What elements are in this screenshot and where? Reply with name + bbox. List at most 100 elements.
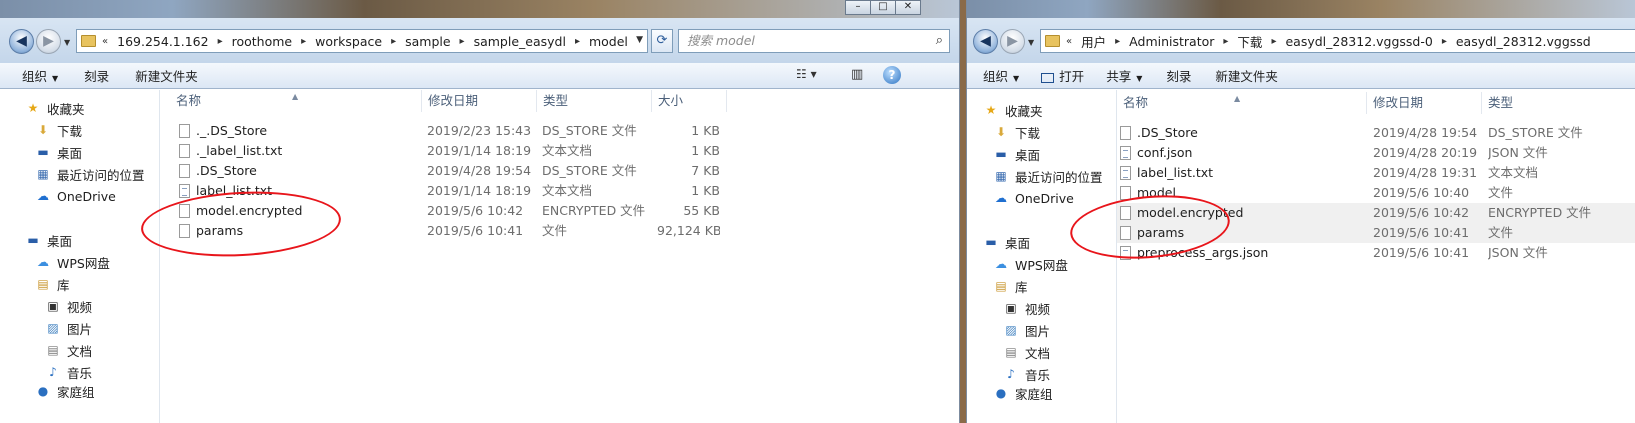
help-icon[interactable]: ?	[883, 66, 901, 84]
column-header-name[interactable]: 名称 ▲	[170, 90, 422, 112]
breadcrumb-segment[interactable]: 169.254.1.162	[117, 34, 208, 49]
breadcrumb-segment[interactable]: sample_easydl	[474, 34, 566, 49]
chevron-right-icon[interactable]: ▸	[301, 36, 306, 47]
nav-homegroup[interactable]: ● 家庭组	[993, 386, 1053, 400]
navigation-pane: ★ 收藏夹 ⬇ 下载 ▬ 桌面 ▦ 最近访问的位置 ☁ OneDrive ▬ 桌面 ☁ WPS…	[967, 90, 1117, 423]
address-bar[interactable]: « 169.254.1.162 ▸ roothome ▸ workspace ▸ sa…	[76, 29, 648, 53]
table-row[interactable]: model.encrypted 2019/5/6 10:42 ENCRYPTED…	[1117, 203, 1635, 223]
nav-favorites[interactable]: ★ 收藏夹	[25, 98, 85, 118]
nav-wps-drive[interactable]: ☁ WPS网盘	[35, 252, 110, 272]
file-type: DS_STORE 文件	[542, 163, 637, 178]
column-header-date[interactable]: 修改日期	[1367, 92, 1482, 114]
nav-wps-drive[interactable]: ☁ WPS网盘	[993, 254, 1068, 274]
back-button[interactable]: ◀	[9, 29, 34, 54]
breadcrumb-segment[interactable]: roothome	[232, 34, 293, 49]
column-header-name[interactable]: 名称 ▲	[1117, 92, 1367, 114]
breadcrumb-segment[interactable]: 用户	[1081, 32, 1106, 51]
nav-downloads[interactable]: ⬇ 下载	[35, 120, 82, 140]
chevron-right-icon[interactable]: ▸	[1442, 36, 1447, 47]
breadcrumb-segment[interactable]: model	[589, 34, 628, 49]
nav-desktop-root[interactable]: ▬ 桌面	[983, 232, 1030, 252]
nav-videos[interactable]: ▣ 视频	[45, 296, 92, 316]
nav-desktop[interactable]: ▬ 桌面	[35, 142, 82, 162]
chevron-right-icon[interactable]: ▸	[1223, 36, 1228, 47]
preview-pane-icon[interactable]: ▥	[851, 67, 863, 82]
nav-downloads[interactable]: ⬇ 下载	[993, 122, 1040, 142]
table-row[interactable]: label_list.txt 2019/1/14 18:19 文本文档 1 KB	[170, 181, 730, 201]
json-file-icon	[1120, 245, 1131, 260]
table-row[interactable]: ._label_list.txt 2019/1/14 18:19 文本文档 1 …	[170, 141, 730, 161]
chevron-right-icon[interactable]: ▸	[575, 36, 580, 47]
address-dropdown-icon[interactable]: ▼	[636, 35, 643, 45]
nav-music[interactable]: ♪ 音乐	[1003, 364, 1050, 384]
file-size: 55 KB	[683, 203, 720, 218]
organize-menu[interactable]: 组织 ▼	[22, 66, 58, 85]
column-header-type[interactable]: 类型	[537, 90, 652, 112]
table-row[interactable]: .DS_Store 2019/4/28 19:54 DS_STORE 文件	[1117, 123, 1635, 143]
breadcrumb-segment[interactable]: workspace	[315, 34, 382, 49]
table-row[interactable]: model 2019/5/6 10:40 文件	[1117, 183, 1635, 203]
open-button[interactable]: 打开	[1041, 66, 1084, 85]
nav-pictures[interactable]: ▨ 图片	[1003, 320, 1050, 340]
maximize-button[interactable]: □	[870, 0, 896, 15]
breadcrumb-segment[interactable]: 下载	[1237, 32, 1262, 51]
column-header-size[interactable]: 大小	[652, 90, 727, 112]
forward-button[interactable]: ▶	[1000, 29, 1025, 54]
chevron-right-icon[interactable]: ▸	[391, 36, 396, 47]
nav-music[interactable]: ♪ 音乐	[45, 362, 92, 382]
search-input[interactable]: 搜索 model ⌕	[678, 29, 950, 53]
desktop-icon: ▬	[995, 147, 1007, 161]
new-folder-button[interactable]: 新建文件夹	[135, 66, 198, 85]
organize-menu[interactable]: 组织 ▼	[983, 66, 1019, 85]
column-header-type[interactable]: 类型	[1482, 92, 1632, 114]
chevron-right-icon[interactable]: ▸	[1115, 36, 1120, 47]
nav-libraries[interactable]: ▤ 库	[993, 276, 1027, 296]
nav-homegroup[interactable]: ● 家庭组	[35, 384, 95, 398]
nav-documents[interactable]: ▤ 文档	[45, 340, 92, 360]
close-button[interactable]: ✕	[895, 0, 921, 15]
chevron-right-icon[interactable]: ▸	[218, 36, 223, 47]
recent-pages-dropdown-icon[interactable]: ▼	[64, 38, 70, 47]
nav-onedrive[interactable]: ☁ OneDrive	[993, 188, 1074, 208]
nav-favorites[interactable]: ★ 收藏夹	[983, 100, 1043, 120]
breadcrumb-segment[interactable]: sample	[405, 34, 450, 49]
column-header-date[interactable]: 修改日期	[422, 90, 537, 112]
refresh-button[interactable]: ⟳	[651, 29, 673, 53]
nav-libraries[interactable]: ▤ 库	[35, 274, 69, 294]
table-row[interactable]: conf.json 2019/4/28 20:19 JSON 文件	[1117, 143, 1635, 163]
breadcrumb-segment[interactable]: easydl_28312.vggssd-0	[1285, 34, 1432, 49]
nav-desktop[interactable]: ▬ 桌面	[993, 144, 1040, 164]
minimize-button[interactable]: –	[845, 0, 871, 15]
table-row[interactable]: label_list.txt 2019/4/28 19:31 文本文档	[1117, 163, 1635, 183]
recent-pages-dropdown-icon[interactable]: ▼	[1028, 38, 1034, 47]
burn-button[interactable]: 刻录	[84, 66, 109, 85]
burn-button[interactable]: 刻录	[1166, 66, 1191, 85]
table-row[interactable]: params 2019/5/6 10:41 文件 92,124 KB	[170, 221, 730, 241]
share-menu[interactable]: 共享 ▼	[1106, 66, 1142, 85]
recent-places-icon: ▦	[37, 167, 49, 181]
table-row[interactable]: model.encrypted 2019/5/6 10:42 ENCRYPTED…	[170, 201, 730, 221]
view-options-icon[interactable]: ☷ ▾	[796, 67, 817, 81]
file-name: params	[1137, 225, 1185, 240]
nav-videos[interactable]: ▣ 视频	[1003, 298, 1050, 318]
new-folder-button[interactable]: 新建文件夹	[1215, 66, 1278, 85]
table-row[interactable]: ._.DS_Store 2019/2/23 15:43 DS_STORE 文件 …	[170, 121, 730, 141]
nav-documents[interactable]: ▤ 文档	[1003, 342, 1050, 362]
nav-desktop-root[interactable]: ▬ 桌面	[25, 230, 72, 250]
file-type: JSON 文件	[1488, 145, 1548, 160]
table-row[interactable]: .DS_Store 2019/4/28 19:54 DS_STORE 文件 7 …	[170, 161, 730, 181]
table-row[interactable]: preprocess_args.json 2019/5/6 10:41 JSON…	[1117, 243, 1635, 263]
search-icon[interactable]: ⌕	[936, 30, 943, 52]
breadcrumb-segment[interactable]: easydl_28312.vggssd	[1456, 34, 1591, 49]
nav-onedrive[interactable]: ☁ OneDrive	[35, 186, 116, 206]
back-button[interactable]: ◀	[973, 29, 998, 54]
chevron-right-icon[interactable]: ▸	[1271, 36, 1276, 47]
nav-recent-places[interactable]: ▦ 最近访问的位置	[35, 164, 144, 184]
nav-pictures[interactable]: ▨ 图片	[45, 318, 92, 338]
breadcrumb-segment[interactable]: Administrator	[1129, 34, 1214, 49]
address-bar[interactable]: « 用户 ▸ Administrator ▸ 下载 ▸ easydl_28312.vg…	[1040, 29, 1635, 53]
nav-recent-places[interactable]: ▦ 最近访问的位置	[993, 166, 1102, 186]
forward-button[interactable]: ▶	[36, 29, 61, 54]
chevron-right-icon[interactable]: ▸	[460, 36, 465, 47]
table-row[interactable]: params 2019/5/6 10:41 文件	[1117, 223, 1635, 243]
